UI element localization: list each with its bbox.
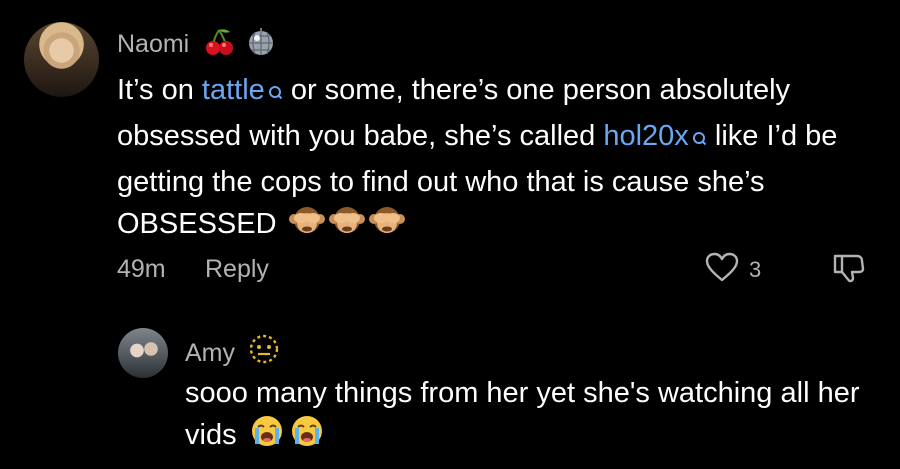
author-name: Amy xyxy=(185,339,235,367)
dislike-button[interactable] xyxy=(832,252,866,289)
thumbs-down-icon xyxy=(832,254,866,288)
loudly-crying-face-emoji xyxy=(249,414,285,460)
heart-icon xyxy=(705,252,739,288)
comment-text: It’s on tattle or some, there’s one pers… xyxy=(117,69,877,249)
see-no-evil-monkey-emoji xyxy=(328,203,365,249)
search-icon xyxy=(267,73,283,115)
avatar[interactable] xyxy=(118,328,168,378)
search-link-hol20x[interactable]: hol20x xyxy=(603,120,707,152)
cherries-emoji xyxy=(204,28,236,63)
author-name: Naomi xyxy=(117,30,190,58)
reply-text: sooo many things from her yet she's watc… xyxy=(185,372,885,460)
dotted-face-emoji xyxy=(248,333,280,372)
search-icon xyxy=(691,119,707,161)
reply-button[interactable]: Reply xyxy=(205,255,269,284)
like-count: 3 xyxy=(749,257,762,282)
see-no-evil-monkey-emoji xyxy=(288,203,325,249)
avatar[interactable] xyxy=(24,22,99,97)
comment-timestamp: 49m xyxy=(117,255,166,283)
see-no-evil-monkey-emoji xyxy=(368,203,405,249)
reply-author[interactable]: Amy xyxy=(185,333,280,372)
like-button[interactable]: 3 xyxy=(705,252,761,288)
search-link-tattle[interactable]: tattle xyxy=(202,74,283,106)
loudly-crying-face-emoji xyxy=(289,414,325,460)
disco-ball-emoji xyxy=(247,28,275,63)
comment-author[interactable]: Naomi xyxy=(117,28,275,63)
